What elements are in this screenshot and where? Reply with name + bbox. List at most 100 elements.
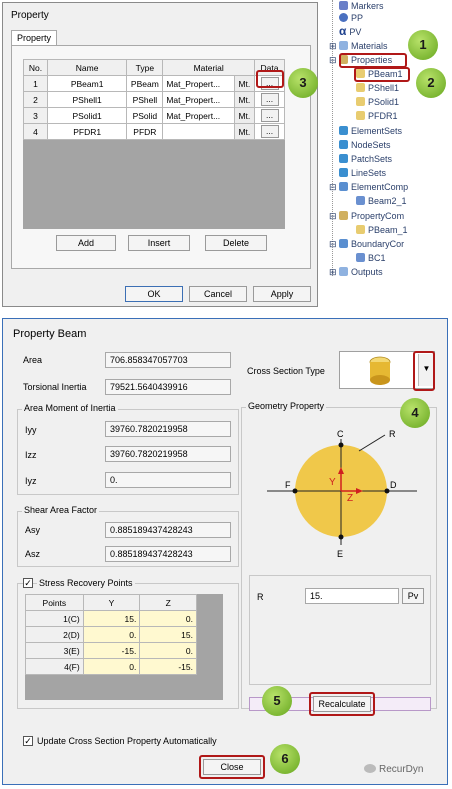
data-button[interactable]: ... bbox=[254, 91, 285, 108]
tree-item-label: PSolid1 bbox=[368, 97, 400, 107]
material-button[interactable]: Mt. bbox=[233, 123, 256, 140]
patchsets-icon bbox=[339, 154, 348, 163]
property-dialog-title: Property bbox=[11, 10, 49, 21]
torsional-inertia-field[interactable]: 79521.5640439916 bbox=[105, 379, 231, 395]
highlight-pbeam1 bbox=[354, 67, 410, 82]
tree-item-elementcomp[interactable]: ⊟ ElementComp bbox=[329, 181, 408, 193]
data-button-label: ... bbox=[260, 125, 279, 138]
table-row[interactable]: 4 PFDR1 PFDR Mt. ... bbox=[23, 123, 285, 140]
watermark-text: RecurDyn bbox=[379, 764, 424, 775]
tree-item-propertycom[interactable]: ⊟ PropertyCom bbox=[329, 210, 404, 222]
beam-icon bbox=[356, 196, 365, 205]
row-point: 4(F) bbox=[25, 658, 84, 675]
row-y[interactable]: -15. bbox=[82, 642, 141, 659]
stress-table: Points Y Z 1(C) 15. 0. 2(D) 0. 15. 3(E) … bbox=[25, 594, 197, 675]
row-material[interactable] bbox=[162, 123, 235, 140]
tree-item-pfdr1[interactable]: PFDR1 bbox=[356, 110, 398, 122]
table-row[interactable]: 4(F) 0. -15. bbox=[25, 658, 197, 675]
label-c: C bbox=[337, 429, 344, 439]
row-y[interactable]: 0. bbox=[82, 658, 141, 675]
apply-button[interactable]: Apply bbox=[253, 286, 311, 302]
tree-item-psolid1[interactable]: PSolid1 bbox=[356, 96, 399, 108]
r-field[interactable]: 15. bbox=[305, 588, 399, 604]
tree-item-elementsets[interactable]: ElementSets bbox=[339, 125, 402, 137]
asy-field[interactable]: 0.885189437428243 bbox=[105, 522, 231, 538]
row-no: 4 bbox=[23, 123, 48, 140]
tree-item-patchsets[interactable]: PatchSets bbox=[339, 153, 392, 165]
material-button[interactable]: Mt. bbox=[233, 75, 256, 92]
stress-recovery-checkbox[interactable]: ✓ bbox=[23, 578, 33, 588]
table-row[interactable]: 1(C) 15. 0. bbox=[25, 610, 197, 627]
delete-button[interactable]: Delete bbox=[205, 235, 267, 251]
table-row[interactable]: 3 PSolid1 PSolid Mat_Propert... Mt. ... bbox=[23, 107, 285, 124]
ok-button[interactable]: OK bbox=[125, 286, 183, 302]
row-z[interactable]: 0. bbox=[139, 642, 197, 659]
tab-property[interactable]: Property bbox=[11, 30, 57, 45]
tree-item-pbeam-1[interactable]: PBeam_1 bbox=[356, 224, 408, 236]
tree-item-linesets[interactable]: LineSets bbox=[339, 167, 386, 179]
row-name[interactable]: PBeam1 bbox=[46, 75, 128, 92]
tab-property-label: Property bbox=[16, 33, 51, 43]
iyy-field[interactable]: 39760.7820219958 bbox=[105, 421, 231, 437]
tree-item-nodesets[interactable]: NodeSets bbox=[339, 139, 391, 151]
material-button[interactable]: Mt. bbox=[233, 91, 256, 108]
row-z[interactable]: 15. bbox=[139, 626, 197, 643]
row-name[interactable]: PShell1 bbox=[46, 91, 128, 108]
highlight-dropdown bbox=[413, 351, 435, 391]
area-field[interactable]: 706.858347057703 bbox=[105, 352, 231, 368]
row-material[interactable]: Mat_Propert... bbox=[162, 75, 235, 92]
izz-field[interactable]: 39760.7820219958 bbox=[105, 446, 231, 462]
row-no: 2 bbox=[23, 91, 48, 108]
tree-item-markers[interactable]: Markers bbox=[339, 0, 384, 12]
torsional-inertia-label: Torsional Inertia bbox=[23, 382, 87, 392]
tree-item-label: Markers bbox=[351, 1, 384, 11]
table-row[interactable]: 2 PShell1 PShell Mat_Propert... Mt. ... bbox=[23, 91, 285, 108]
row-name[interactable]: PSolid1 bbox=[46, 107, 128, 124]
tree-item-materials[interactable]: ⊞ Materials bbox=[329, 40, 388, 52]
tree-item-pv[interactable]: α PV bbox=[339, 25, 361, 37]
tree-item-label: PFDR1 bbox=[368, 111, 398, 121]
area-label: Area bbox=[23, 355, 43, 365]
row-type: PFDR bbox=[126, 123, 164, 140]
row-material[interactable]: Mat_Propert... bbox=[162, 107, 235, 124]
row-material[interactable]: Mat_Propert... bbox=[162, 91, 235, 108]
row-z[interactable]: 0. bbox=[139, 610, 197, 627]
table-row[interactable]: 3(E) -15. 0. bbox=[25, 642, 197, 659]
data-button[interactable]: ... bbox=[254, 107, 285, 124]
tree-item-beam2-1[interactable]: Beam2_1 bbox=[356, 195, 407, 207]
add-button[interactable]: Add bbox=[56, 235, 116, 251]
update-auto-checkbox[interactable]: ✓ bbox=[23, 736, 33, 746]
material-button[interactable]: Mt. bbox=[233, 107, 256, 124]
tree-item-pshell1[interactable]: PShell1 bbox=[356, 82, 399, 94]
area-moment-group-title: Area Moment of Inertia bbox=[22, 403, 118, 413]
row-type: PBeam bbox=[126, 75, 164, 92]
tree-item-label: PropertyCom bbox=[351, 211, 405, 221]
row-y[interactable]: 15. bbox=[82, 610, 141, 627]
highlight-close bbox=[199, 755, 265, 779]
iyz-field[interactable]: 0. bbox=[105, 472, 231, 488]
row-point: 1(C) bbox=[25, 610, 84, 627]
markers-icon bbox=[339, 1, 348, 10]
tree-item-bc1[interactable]: BC1 bbox=[356, 252, 386, 264]
tree-item-pp[interactable]: PP bbox=[339, 12, 363, 24]
tree-item-outputs[interactable]: ⊞ Outputs bbox=[329, 266, 383, 278]
tree-item-label: ElementComp bbox=[351, 182, 409, 192]
row-no: 3 bbox=[23, 107, 48, 124]
row-point: 2(D) bbox=[25, 626, 84, 643]
insert-button[interactable]: Insert bbox=[128, 235, 190, 251]
row-name[interactable]: PFDR1 bbox=[46, 123, 128, 140]
tree-item-label: PV bbox=[349, 27, 362, 37]
cancel-button[interactable]: Cancel bbox=[189, 286, 247, 302]
pv-button[interactable]: Pv bbox=[402, 588, 424, 604]
stress-table-area: Points Y Z 1(C) 15. 0. 2(D) 0. 15. 3(E) … bbox=[25, 594, 223, 700]
tree-item-label: PP bbox=[351, 13, 364, 23]
stress-recovery-label: Stress Recovery Points bbox=[37, 578, 135, 588]
table-row[interactable]: 1 PBeam1 PBeam Mat_Propert... Mt. ... bbox=[23, 75, 285, 92]
row-z[interactable]: -15. bbox=[139, 658, 197, 675]
row-y[interactable]: 0. bbox=[82, 626, 141, 643]
table-row[interactable]: 2(D) 0. 15. bbox=[25, 626, 197, 643]
tree-item-boundarycor[interactable]: ⊟ BoundaryCor bbox=[329, 238, 404, 250]
asz-field[interactable]: 0.885189437428243 bbox=[105, 546, 231, 562]
data-button[interactable]: ... bbox=[254, 123, 285, 140]
label-r: R bbox=[389, 429, 396, 439]
